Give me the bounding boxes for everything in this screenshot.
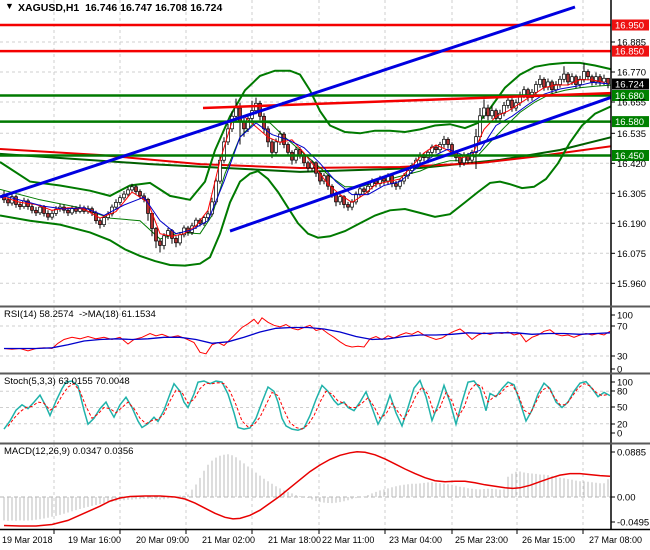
time-axis[interactable]: 19 Mar 2018 19 Mar 16:00 20 Mar 09:00 21 Ma…: [2, 530, 642, 545]
time-label: 25 Mar 23:00: [455, 535, 508, 545]
macd-layer: [3, 450, 611, 527]
indicator-scale-label: 0.00: [617, 493, 636, 504]
price-badge-label: 16.580: [615, 117, 644, 128]
bollinger-upper: [0, 61, 611, 201]
time-label: 19 Mar 2018: [2, 535, 53, 545]
price-badge-label: 16.950: [615, 21, 644, 32]
price-label: 16.655: [617, 98, 646, 109]
price-badge-label: 16.850: [615, 47, 644, 58]
stoch-layer: [3, 378, 611, 431]
indicator-scale-label: 100: [617, 311, 633, 322]
rsi-indicator-label: RSI(14) 58.2574 ->MA(18) 61.1534: [4, 309, 156, 320]
stoch-signal-line: [7, 382, 609, 430]
time-label: 23 Mar 04:00: [389, 535, 442, 545]
indicator-scale-label: 70: [617, 322, 628, 333]
stoch-indicator-label: Stoch(5,3,3) 63.0155 70.0048: [4, 376, 130, 387]
symbol-dropdown-icon[interactable]: ▼: [5, 1, 14, 11]
indicator-scale-label: 0: [617, 365, 622, 376]
chart-title: XAGUSD,H1 16.746 16.747 16.708 16.724: [18, 2, 223, 14]
price-label: 16.075: [617, 249, 646, 260]
indicator-scale-label: 50: [617, 403, 628, 414]
stoch-main-line: [3, 378, 611, 431]
indicator-scale-label: 0.0885: [617, 448, 646, 459]
macd-signal-line: [3, 450, 611, 527]
price-label: 15.960: [617, 279, 646, 290]
time-label: 19 Mar 16:00: [68, 535, 121, 545]
trendline-blue: [229, 95, 611, 233]
price-label: 16.420: [617, 159, 646, 170]
time-label: 22 Mar 11:00: [322, 535, 374, 545]
price-label: 16.535: [617, 129, 646, 140]
macd-indicator-label: MACD(12,26,9) 0.0347 0.0356: [4, 446, 134, 457]
rsi-line: [3, 317, 611, 355]
time-label: 26 Mar 15:00: [522, 535, 575, 545]
time-label: 21 Mar 02:00: [202, 535, 255, 545]
indicator-scale-label: -0.0495: [617, 518, 649, 529]
time-label: 21 Mar 18:00: [268, 535, 321, 545]
price-label: 16.770: [617, 68, 646, 79]
price-label: 16.305: [617, 189, 646, 200]
indicator-scale-label: 0: [617, 429, 622, 440]
price-label: 16.190: [617, 219, 646, 230]
chart-canvas[interactable]: 16.95016.88516.85016.77016.72416.68016.6…: [0, 0, 650, 550]
mt4-chart-window: 16.950 16.885 16.850 16.770 16.724 16.680 16.6…: [0, 0, 650, 550]
indicator-scale-label: 30: [617, 352, 628, 363]
price-axis[interactable]: 16.95016.88516.85016.77016.72416.68016.6…: [611, 19, 649, 529]
indicator-scale-label: 80: [617, 387, 628, 398]
rsi-layer: [3, 317, 611, 355]
main-chart-layer: [0, 5, 611, 267]
time-label: 20 Mar 09:00: [136, 535, 189, 545]
price-badge-label: 16.724: [615, 80, 644, 91]
time-label: 27 Mar 08:00: [589, 535, 642, 545]
